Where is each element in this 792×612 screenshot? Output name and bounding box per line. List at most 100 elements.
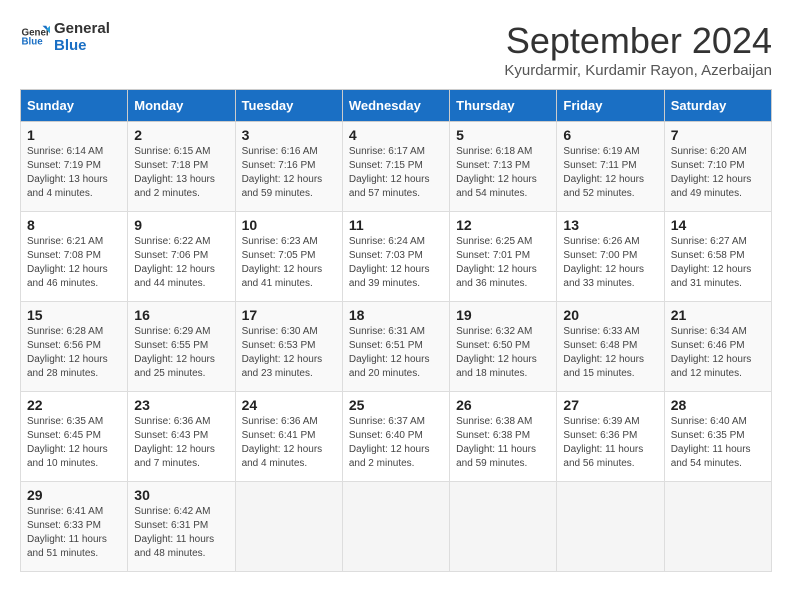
- day-number: 24: [242, 397, 336, 413]
- table-row: 23 Sunrise: 6:36 AM Sunset: 6:43 PM Dayl…: [128, 392, 235, 482]
- table-row: 25 Sunrise: 6:37 AM Sunset: 6:40 PM Dayl…: [342, 392, 449, 482]
- cell-info: Sunrise: 6:20 AM Sunset: 7:10 PM Dayligh…: [671, 145, 765, 201]
- table-row: 21 Sunrise: 6:34 AM Sunset: 6:46 PM Dayl…: [664, 302, 771, 392]
- cell-info: Sunrise: 6:32 AM Sunset: 6:50 PM Dayligh…: [456, 325, 550, 381]
- day-number: 4: [349, 127, 443, 143]
- cell-info: Sunrise: 6:24 AM Sunset: 7:03 PM Dayligh…: [349, 235, 443, 291]
- day-number: 1: [27, 127, 121, 143]
- month-title: September 2024: [504, 20, 772, 62]
- cell-info: Sunrise: 6:26 AM Sunset: 7:00 PM Dayligh…: [563, 235, 657, 291]
- day-number: 11: [349, 217, 443, 233]
- cell-info: Sunrise: 6:36 AM Sunset: 6:41 PM Dayligh…: [242, 415, 336, 471]
- logo-icon: General Blue: [20, 22, 50, 52]
- day-number: 10: [242, 217, 336, 233]
- header-friday: Friday: [557, 90, 664, 122]
- table-row: 20 Sunrise: 6:33 AM Sunset: 6:48 PM Dayl…: [557, 302, 664, 392]
- day-number: 19: [456, 307, 550, 323]
- day-number: 21: [671, 307, 765, 323]
- cell-info: Sunrise: 6:27 AM Sunset: 6:58 PM Dayligh…: [671, 235, 765, 291]
- calendar-week-row: 1 Sunrise: 6:14 AM Sunset: 7:19 PM Dayli…: [21, 122, 772, 212]
- cell-info: Sunrise: 6:29 AM Sunset: 6:55 PM Dayligh…: [134, 325, 228, 381]
- logo: General Blue General Blue: [20, 20, 110, 54]
- day-number: 2: [134, 127, 228, 143]
- table-row: 14 Sunrise: 6:27 AM Sunset: 6:58 PM Dayl…: [664, 212, 771, 302]
- cell-info: Sunrise: 6:18 AM Sunset: 7:13 PM Dayligh…: [456, 145, 550, 201]
- cell-info: Sunrise: 6:30 AM Sunset: 6:53 PM Dayligh…: [242, 325, 336, 381]
- header-thursday: Thursday: [450, 90, 557, 122]
- header-sunday: Sunday: [21, 90, 128, 122]
- calendar-week-row: 15 Sunrise: 6:28 AM Sunset: 6:56 PM Dayl…: [21, 302, 772, 392]
- cell-info: Sunrise: 6:37 AM Sunset: 6:40 PM Dayligh…: [349, 415, 443, 471]
- cell-info: Sunrise: 6:31 AM Sunset: 6:51 PM Dayligh…: [349, 325, 443, 381]
- header-tuesday: Tuesday: [235, 90, 342, 122]
- cell-info: Sunrise: 6:39 AM Sunset: 6:36 PM Dayligh…: [563, 415, 657, 471]
- svg-text:Blue: Blue: [22, 37, 44, 48]
- header-monday: Monday: [128, 90, 235, 122]
- table-row: 30 Sunrise: 6:42 AM Sunset: 6:31 PM Dayl…: [128, 482, 235, 572]
- cell-info: Sunrise: 6:36 AM Sunset: 6:43 PM Dayligh…: [134, 415, 228, 471]
- table-row: 12 Sunrise: 6:25 AM Sunset: 7:01 PM Dayl…: [450, 212, 557, 302]
- table-row: 17 Sunrise: 6:30 AM Sunset: 6:53 PM Dayl…: [235, 302, 342, 392]
- table-row: 8 Sunrise: 6:21 AM Sunset: 7:08 PM Dayli…: [21, 212, 128, 302]
- table-row: 24 Sunrise: 6:36 AM Sunset: 6:41 PM Dayl…: [235, 392, 342, 482]
- day-number: 18: [349, 307, 443, 323]
- day-number: 13: [563, 217, 657, 233]
- table-row: [235, 482, 342, 572]
- table-row: 2 Sunrise: 6:15 AM Sunset: 7:18 PM Dayli…: [128, 122, 235, 212]
- cell-info: Sunrise: 6:41 AM Sunset: 6:33 PM Dayligh…: [27, 505, 121, 561]
- table-row: 29 Sunrise: 6:41 AM Sunset: 6:33 PM Dayl…: [21, 482, 128, 572]
- table-row: 7 Sunrise: 6:20 AM Sunset: 7:10 PM Dayli…: [664, 122, 771, 212]
- logo-general: General: [54, 20, 110, 37]
- cell-info: Sunrise: 6:28 AM Sunset: 6:56 PM Dayligh…: [27, 325, 121, 381]
- day-number: 17: [242, 307, 336, 323]
- cell-info: Sunrise: 6:17 AM Sunset: 7:15 PM Dayligh…: [349, 145, 443, 201]
- table-row: 15 Sunrise: 6:28 AM Sunset: 6:56 PM Dayl…: [21, 302, 128, 392]
- cell-info: Sunrise: 6:33 AM Sunset: 6:48 PM Dayligh…: [563, 325, 657, 381]
- table-row: 22 Sunrise: 6:35 AM Sunset: 6:45 PM Dayl…: [21, 392, 128, 482]
- table-row: 9 Sunrise: 6:22 AM Sunset: 7:06 PM Dayli…: [128, 212, 235, 302]
- table-row: 3 Sunrise: 6:16 AM Sunset: 7:16 PM Dayli…: [235, 122, 342, 212]
- day-number: 14: [671, 217, 765, 233]
- table-row: 11 Sunrise: 6:24 AM Sunset: 7:03 PM Dayl…: [342, 212, 449, 302]
- day-number: 3: [242, 127, 336, 143]
- cell-info: Sunrise: 6:14 AM Sunset: 7:19 PM Dayligh…: [27, 145, 121, 201]
- day-number: 27: [563, 397, 657, 413]
- header-wednesday: Wednesday: [342, 90, 449, 122]
- table-row: [342, 482, 449, 572]
- table-row: 5 Sunrise: 6:18 AM Sunset: 7:13 PM Dayli…: [450, 122, 557, 212]
- day-number: 26: [456, 397, 550, 413]
- cell-info: Sunrise: 6:15 AM Sunset: 7:18 PM Dayligh…: [134, 145, 228, 201]
- cell-info: Sunrise: 6:38 AM Sunset: 6:38 PM Dayligh…: [456, 415, 550, 471]
- table-row: [664, 482, 771, 572]
- header-saturday: Saturday: [664, 90, 771, 122]
- day-number: 9: [134, 217, 228, 233]
- cell-info: Sunrise: 6:40 AM Sunset: 6:35 PM Dayligh…: [671, 415, 765, 471]
- cell-info: Sunrise: 6:21 AM Sunset: 7:08 PM Dayligh…: [27, 235, 121, 291]
- day-number: 30: [134, 487, 228, 503]
- day-number: 16: [134, 307, 228, 323]
- table-row: [557, 482, 664, 572]
- day-number: 25: [349, 397, 443, 413]
- table-row: 28 Sunrise: 6:40 AM Sunset: 6:35 PM Dayl…: [664, 392, 771, 482]
- day-number: 8: [27, 217, 121, 233]
- table-row: 6 Sunrise: 6:19 AM Sunset: 7:11 PM Dayli…: [557, 122, 664, 212]
- table-row: 26 Sunrise: 6:38 AM Sunset: 6:38 PM Dayl…: [450, 392, 557, 482]
- header: General Blue General Blue September 2024…: [20, 20, 772, 79]
- cell-info: Sunrise: 6:16 AM Sunset: 7:16 PM Dayligh…: [242, 145, 336, 201]
- cell-info: Sunrise: 6:22 AM Sunset: 7:06 PM Dayligh…: [134, 235, 228, 291]
- calendar-week-row: 8 Sunrise: 6:21 AM Sunset: 7:08 PM Dayli…: [21, 212, 772, 302]
- calendar-table: Sunday Monday Tuesday Wednesday Thursday…: [20, 89, 772, 572]
- day-number: 5: [456, 127, 550, 143]
- day-number: 29: [27, 487, 121, 503]
- cell-info: Sunrise: 6:25 AM Sunset: 7:01 PM Dayligh…: [456, 235, 550, 291]
- location: Kyurdarmir, Kurdamir Rayon, Azerbaijan: [504, 62, 772, 79]
- calendar-week-row: 29 Sunrise: 6:41 AM Sunset: 6:33 PM Dayl…: [21, 482, 772, 572]
- day-number: 15: [27, 307, 121, 323]
- day-number: 12: [456, 217, 550, 233]
- table-row: 10 Sunrise: 6:23 AM Sunset: 7:05 PM Dayl…: [235, 212, 342, 302]
- logo-blue: Blue: [54, 37, 110, 54]
- cell-info: Sunrise: 6:35 AM Sunset: 6:45 PM Dayligh…: [27, 415, 121, 471]
- title-area: September 2024 Kyurdarmir, Kurdamir Rayo…: [504, 20, 772, 79]
- day-number: 22: [27, 397, 121, 413]
- table-row: 4 Sunrise: 6:17 AM Sunset: 7:15 PM Dayli…: [342, 122, 449, 212]
